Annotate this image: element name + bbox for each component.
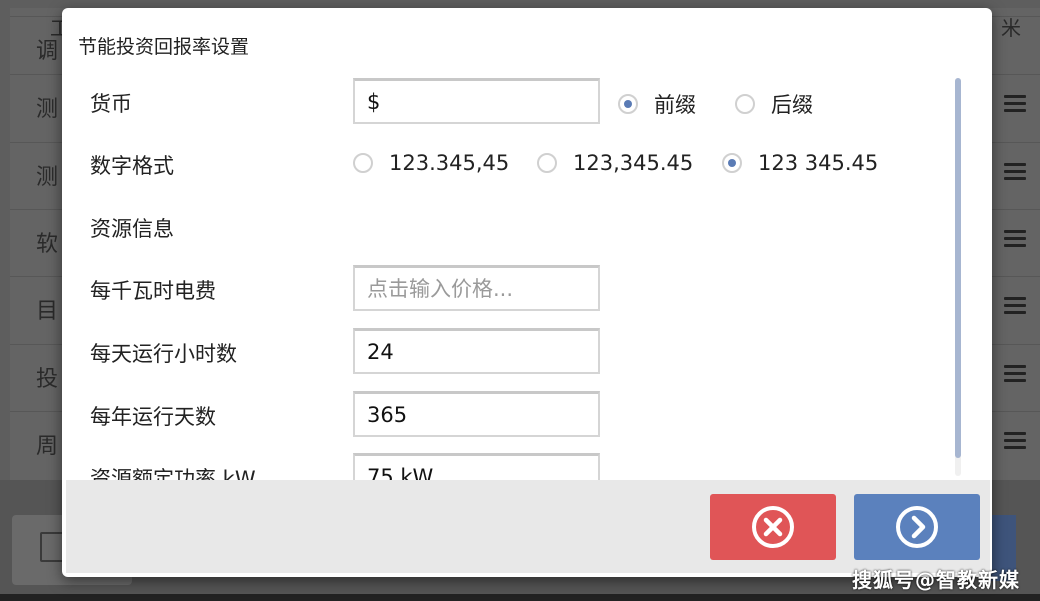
rated-power-input[interactable] [353, 453, 600, 480]
rated-power-label: 资源额定功率 kW [90, 467, 256, 480]
number-format-label: 数字格式 [90, 154, 174, 178]
drag-handle-icon [1004, 230, 1026, 254]
currency-input[interactable] [353, 78, 600, 124]
background-row-label: 测 [36, 97, 59, 122]
currency-suffix-radio[interactable]: 后缀 [735, 89, 813, 119]
background-row-label: 投 [36, 367, 59, 392]
number-format-option[interactable]: 123.345,45 [353, 151, 509, 175]
scrollbar-thumb[interactable] [955, 78, 961, 458]
cancel-button[interactable] [710, 494, 836, 560]
currency-suffix-label: 后缀 [771, 93, 813, 117]
background-row-label: 测 [36, 165, 59, 190]
currency-prefix-radio[interactable]: 前缀 [618, 89, 696, 119]
hours-per-day-row: 每天运行小时数 [62, 324, 992, 378]
radio-unselected-icon [537, 153, 557, 173]
chevron-right-circle-icon [896, 506, 938, 548]
drag-handle-icon [1004, 163, 1026, 187]
background-row-label: 周 [36, 434, 59, 459]
radio-selected-icon [618, 94, 638, 114]
radio-unselected-icon [735, 94, 755, 114]
price-per-kwh-row: 每千瓦时电费 [62, 261, 992, 315]
dialog-footer [66, 480, 990, 573]
watermark-text: 搜狐号@智教新媒 [852, 568, 1020, 592]
background-row-label: 软 [36, 232, 59, 257]
number-format-option-label: 123 345.45 [758, 151, 879, 175]
number-format-option[interactable]: 123 345.45 [722, 151, 878, 175]
currency-prefix-label: 前缀 [654, 93, 696, 117]
drag-handle-icon [1004, 297, 1026, 321]
days-per-year-label: 每年运行天数 [90, 405, 216, 429]
radio-selected-icon [722, 153, 742, 173]
background-bottom-bar [0, 594, 1040, 601]
number-format-option[interactable]: 123,345.45 [537, 151, 693, 175]
resource-info-row: 资源信息 [62, 199, 992, 253]
currency-row: 货币 前缀 后缀 [62, 74, 992, 128]
drag-handle-icon [1004, 432, 1026, 456]
resource-info-heading: 资源信息 [90, 217, 174, 241]
drag-handle-icon [1004, 365, 1026, 389]
background-row-label: 调 [36, 39, 59, 64]
number-format-option-label: 123.345,45 [389, 151, 510, 175]
background-row-label: 目 [36, 299, 59, 324]
currency-label: 货币 [90, 92, 132, 116]
dialog-scrollbar[interactable] [955, 78, 961, 476]
close-circle-icon [752, 506, 794, 548]
document-icon [40, 532, 64, 562]
days-per-year-row: 每年运行天数 [62, 387, 992, 441]
drag-handle-icon [1004, 95, 1026, 119]
price-per-kwh-input[interactable] [353, 265, 600, 311]
rated-power-row: 资源额定功率 kW [62, 449, 992, 480]
roi-settings-dialog: 节能投资回报率设置 货币 前缀 后缀 数字格式 123.345,45 [62, 8, 992, 577]
hours-per-day-label: 每天运行小时数 [90, 342, 237, 366]
price-per-kwh-label: 每千瓦时电费 [90, 279, 216, 303]
radio-unselected-icon [353, 153, 373, 173]
number-format-option-label: 123,345.45 [573, 151, 694, 175]
number-format-row: 数字格式 123.345,45 123,345.45 123 345.45 [62, 136, 992, 190]
dialog-body: 货币 前缀 后缀 数字格式 123.345,45 123,345.45 [62, 68, 992, 480]
hours-per-day-input[interactable] [353, 328, 600, 374]
next-button[interactable] [854, 494, 980, 560]
dialog-title: 节能投资回报率设置 [78, 36, 250, 58]
days-per-year-input[interactable] [353, 391, 600, 437]
